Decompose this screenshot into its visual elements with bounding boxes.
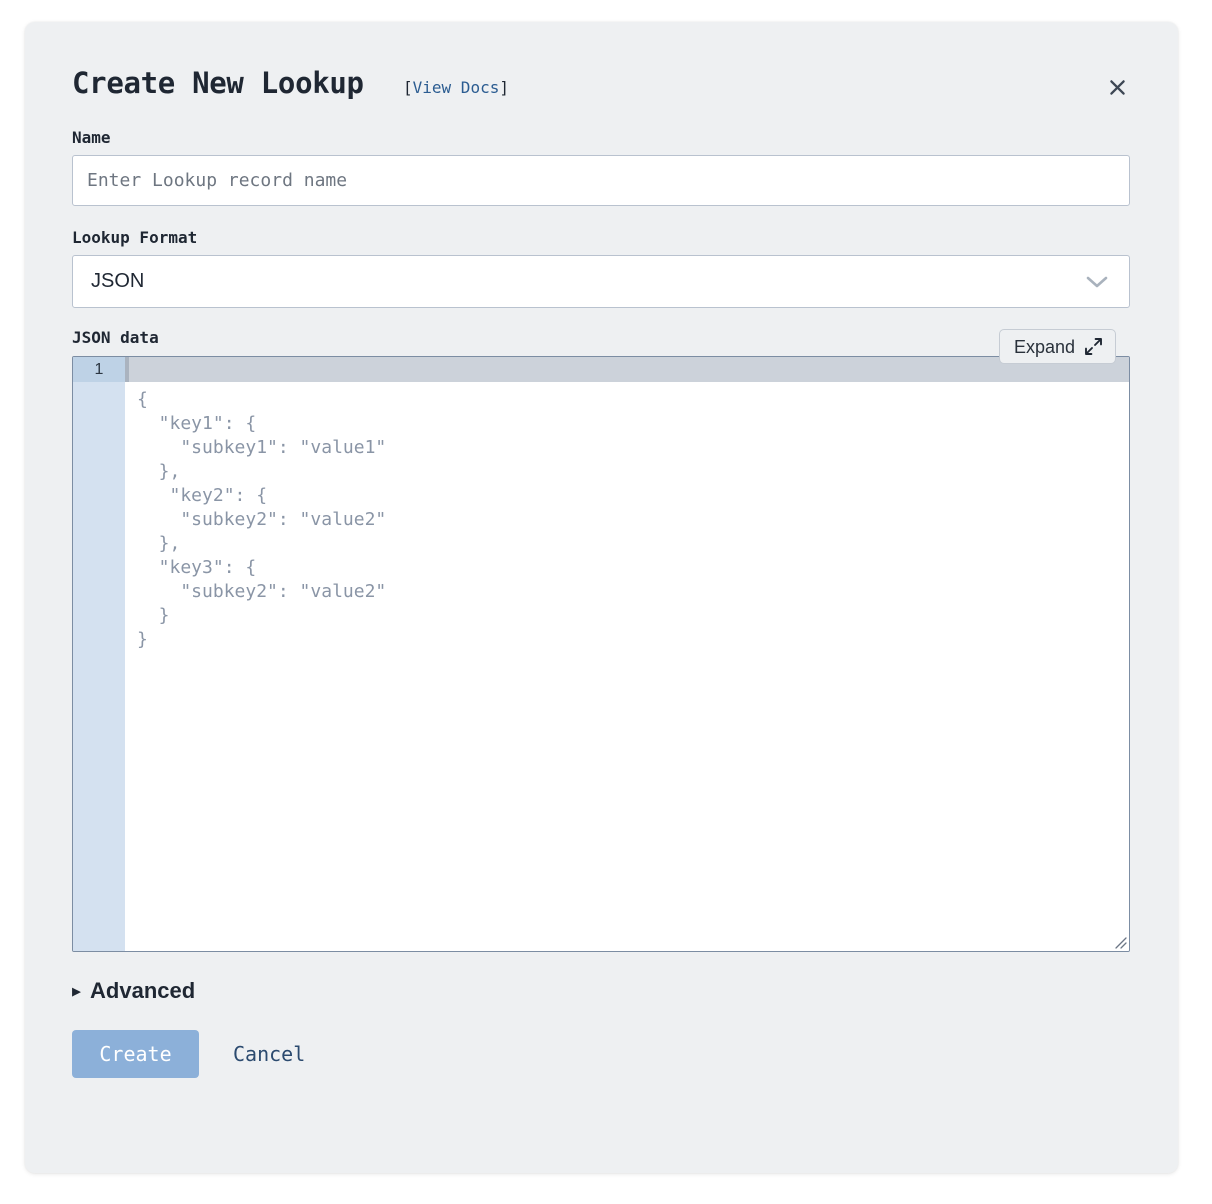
cancel-button-label: Cancel (233, 1042, 306, 1066)
lookup-format-selected-value: JSON (91, 270, 145, 292)
page-root: Create New Lookup [View Docs] Name Looku… (0, 0, 1212, 1204)
modal-header: Create New Lookup [View Docs] (72, 62, 1130, 118)
name-input[interactable] (72, 155, 1130, 206)
json-data-label: JSON data (72, 328, 159, 347)
lookup-format-label: Lookup Format (72, 228, 198, 247)
docs-bracket-open: [ (403, 78, 413, 97)
create-button[interactable]: Create (72, 1030, 199, 1078)
expand-arrows-icon (1085, 338, 1102, 355)
line-number-1: 1 (73, 357, 125, 382)
cancel-button[interactable]: Cancel (225, 1042, 313, 1066)
json-data-textarea[interactable]: { "key1": { "subkey1": "value1" }, "key2… (125, 382, 1129, 951)
create-button-label: Create (99, 1042, 172, 1066)
view-docs-label: View Docs (412, 78, 500, 97)
editor-top-scrollbar[interactable] (125, 357, 1129, 382)
lookup-format-select[interactable]: JSON (72, 255, 1130, 308)
json-editor-container: Expand 1 { "key1": { "subkey1": "value1"… (72, 329, 1130, 952)
create-lookup-modal: Create New Lookup [View Docs] Name Looku… (25, 22, 1178, 1173)
advanced-label: Advanced (90, 978, 196, 1003)
expand-editor-button[interactable]: Expand (998, 329, 1116, 364)
docs-bracket-close: ] (499, 78, 509, 97)
editor-line-number-gutter: 1 (73, 357, 125, 951)
modal-content: Create New Lookup [View Docs] Name Looku… (72, 62, 1130, 1078)
advanced-disclosure-toggle[interactable]: ▶ Advanced (72, 978, 195, 1004)
page-title: Create New Lookup (72, 66, 364, 100)
close-button[interactable] (1100, 70, 1134, 104)
modal-actions: Create Cancel (72, 1030, 1130, 1078)
name-field-label: Name (72, 128, 111, 147)
expand-button-label: Expand (1013, 336, 1075, 357)
triangle-right-icon: ▶ (72, 981, 82, 1000)
json-editor-frame[interactable]: 1 { "key1": { "subkey1": "value1" }, "ke… (72, 356, 1130, 952)
lookup-format-group: Lookup Format JSON (72, 228, 1130, 308)
lookup-format-select-wrap: JSON (72, 255, 1130, 308)
json-data-label-row: JSON data (72, 328, 1130, 350)
close-icon (1109, 79, 1125, 95)
view-docs-link[interactable]: [View Docs] (403, 78, 509, 97)
name-field-group: Name (72, 128, 1130, 206)
